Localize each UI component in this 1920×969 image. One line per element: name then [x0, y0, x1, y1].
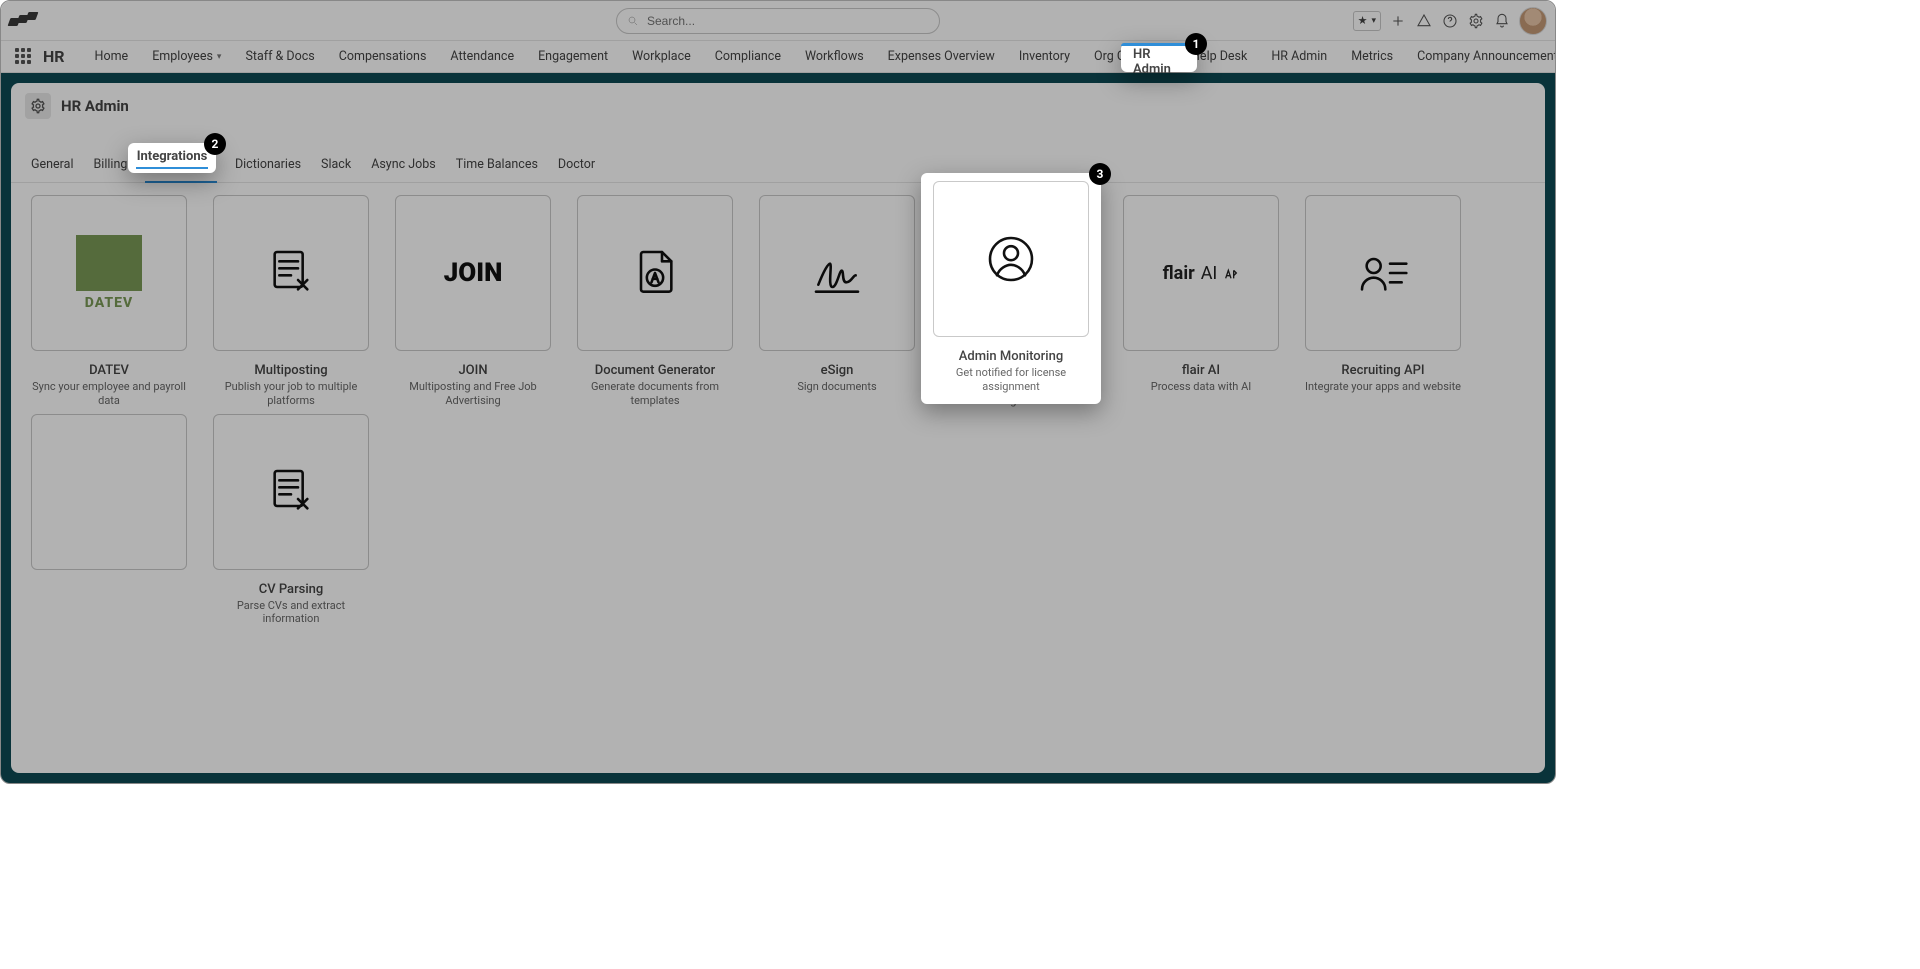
subtab-time-balances[interactable]: Time Balances [446, 149, 548, 182]
card-desc: Generate documents from templates [567, 380, 743, 408]
highlight-card-title: Admin Monitoring [959, 349, 1063, 364]
document-icon [263, 464, 319, 520]
signature-icon [809, 245, 865, 301]
card-blank[interactable] [21, 414, 197, 627]
nav-employees[interactable]: Employees▾ [140, 41, 233, 72]
nav-items: Home Employees▾ Staff & Docs Compensatio… [83, 41, 1556, 72]
warning-icon[interactable] [1415, 12, 1433, 30]
notifications-icon[interactable] [1493, 12, 1511, 30]
logo-icon [9, 12, 39, 30]
add-button[interactable] [1389, 12, 1407, 30]
favorites-button[interactable]: ★ ▾ [1353, 11, 1381, 31]
card-datev[interactable]: DATEV DATEV Sync your employee and payro… [21, 195, 197, 408]
card-doc-generator[interactable]: Document Generator Generate documents fr… [567, 195, 743, 408]
card-multiposting[interactable]: Multiposting Publish your job to multipl… [203, 195, 379, 408]
nav-metrics[interactable]: Metrics [1339, 41, 1405, 72]
app-logo [9, 12, 45, 30]
nav-staff-docs[interactable]: Staff & Docs [233, 41, 326, 72]
subtab-general[interactable]: General [21, 149, 84, 182]
subtab-async-jobs[interactable]: Async Jobs [361, 149, 446, 182]
join-logo-icon: JOIN [444, 258, 503, 288]
page-icon [25, 93, 51, 119]
card-title: eSign [821, 363, 854, 378]
card-desc: Publish your job to multiple platforms [203, 380, 379, 408]
callout-admin-monitoring-card: Admin Monitoring Get notified for licens… [921, 173, 1101, 404]
integration-grid: DATEV DATEV Sync your employee and payro… [11, 183, 1545, 638]
search-input[interactable] [645, 13, 929, 29]
document-a-icon [627, 245, 683, 301]
nav-home[interactable]: Home [83, 41, 141, 72]
datev-wordmark: DATEV [85, 295, 133, 311]
nav-announcements[interactable]: Company Announcements▾ [1405, 41, 1556, 72]
recruiting-icon [1355, 245, 1411, 301]
card-join[interactable]: JOIN JOIN Multiposting and Free Job Adve… [385, 195, 561, 408]
datev-logo-icon [76, 235, 142, 291]
nav-hr-admin[interactable]: HR Admin [1259, 41, 1339, 72]
app-frame: ★ ▾ HR Home Employees▾ Staff & Docs Comp… [0, 0, 1556, 784]
settings-icon[interactable] [1467, 12, 1485, 30]
nav-workplace[interactable]: Workplace [620, 41, 703, 72]
card-title: JOIN [458, 363, 487, 378]
card-cv-parsing[interactable]: CV Parsing Parse CVs and extract informa… [203, 414, 379, 627]
chevron-down-icon: ▾ [1371, 16, 1376, 26]
search-icon [627, 15, 639, 27]
nav-inventory[interactable]: Inventory [1007, 41, 1082, 72]
primary-nav: HR Home Employees▾ Staff & Docs Compensa… [1, 41, 1555, 73]
help-icon[interactable] [1441, 12, 1459, 30]
flair-ai-logo-icon: flairAI [1163, 263, 1240, 284]
user-icon [983, 231, 1039, 287]
subtab-doctor[interactable]: Doctor [548, 149, 605, 182]
nav-compensations[interactable]: Compensations [327, 41, 439, 72]
card-recruiting-api[interactable]: Recruiting API Integrate your apps and w… [1295, 195, 1471, 408]
card-desc: Sync your employee and payroll data [21, 380, 197, 408]
card-title: flair AI [1182, 363, 1220, 378]
chevron-down-icon: ▾ [217, 52, 222, 62]
global-header: ★ ▾ [1, 1, 1555, 41]
gear-icon [30, 98, 46, 114]
callout-hr-admin-nav: HR Admin 1 [1121, 43, 1197, 72]
document-icon [263, 245, 319, 301]
app-name: HR [43, 47, 65, 66]
card-desc: Integrate your apps and website [1299, 380, 1467, 406]
highlight-card-top[interactable] [933, 181, 1089, 337]
card-desc: Sign documents [791, 380, 882, 406]
page-shell: HR Admin General Billing Integrations Di… [1, 73, 1555, 783]
page-card: HR Admin General Billing Integrations Di… [11, 83, 1545, 773]
global-search[interactable] [616, 8, 940, 34]
card-title: Multiposting [254, 363, 327, 378]
card-title: Document Generator [595, 363, 716, 378]
card-title: CV Parsing [259, 582, 324, 597]
page-header: HR Admin [11, 83, 1545, 125]
nav-compliance[interactable]: Compliance [703, 41, 793, 72]
highlight-card-desc: Get notified for license assignment [929, 366, 1093, 394]
callout-badge-3: 3 [1089, 163, 1111, 185]
card-desc: Multiposting and Free Job Advertising [385, 380, 561, 408]
subtab-dictionaries[interactable]: Dictionaries [225, 149, 311, 182]
header-actions: ★ ▾ [1353, 7, 1547, 35]
card-esign[interactable]: eSign Sign documents [749, 195, 925, 408]
callout-badge-2: 2 [204, 133, 226, 155]
callout-integrations-tab: Integrations 2 [128, 143, 216, 173]
user-avatar[interactable] [1519, 7, 1547, 35]
callout-badge-1: 1 [1185, 33, 1207, 55]
star-icon: ★ [1358, 14, 1368, 27]
page-title: HR Admin [61, 97, 129, 115]
nav-workflows[interactable]: Workflows [793, 41, 876, 72]
card-title: DATEV [89, 363, 129, 378]
subtab-row: General Billing Integrations Dictionarie… [11, 125, 1545, 183]
subtab-slack[interactable]: Slack [311, 149, 361, 182]
card-desc: Process data with AI [1145, 380, 1258, 406]
card-title: Recruiting API [1341, 363, 1424, 378]
nav-engagement[interactable]: Engagement [526, 41, 620, 72]
card-flair-ai[interactable]: flairAI flair AI Process data with AI [1113, 195, 1289, 408]
nav-expenses[interactable]: Expenses Overview [876, 41, 1007, 72]
app-launcher-icon[interactable] [15, 48, 31, 66]
card-desc: Parse CVs and extract information [203, 599, 379, 627]
nav-attendance[interactable]: Attendance [438, 41, 526, 72]
